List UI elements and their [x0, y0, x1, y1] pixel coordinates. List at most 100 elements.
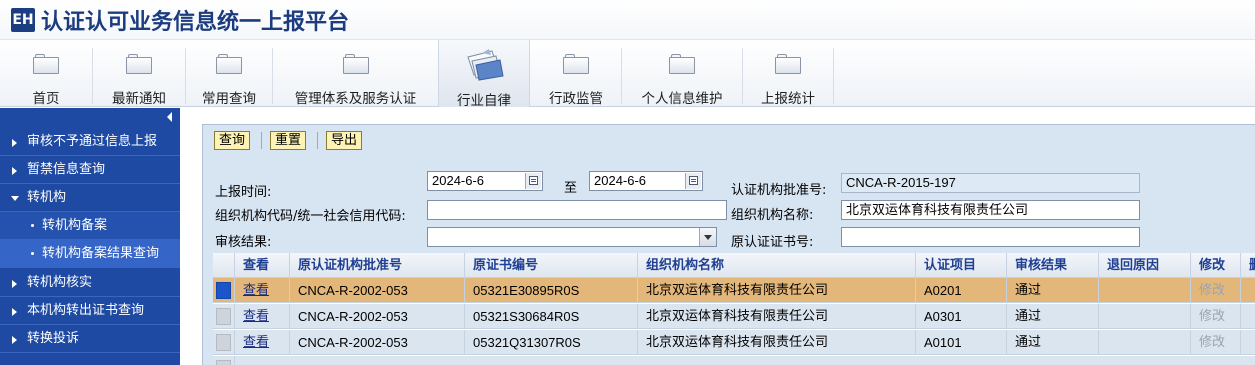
- date-to-value: 2024-6-6: [594, 173, 647, 188]
- calendar-icon[interactable]: [685, 173, 701, 189]
- sidebar-item-label: 转换投诉: [27, 331, 80, 346]
- sidebar-item-label: 审核不予通过信息上报: [27, 134, 158, 149]
- nav-home[interactable]: 首页: [0, 40, 92, 107]
- sidebar-item-audit-reject-report[interactable]: 审核不予通过信息上报: [0, 128, 180, 156]
- folder-icon: [342, 54, 369, 74]
- sidebar-item-label: 转机构备案: [42, 218, 108, 233]
- chevron-right-icon: [12, 167, 17, 175]
- nav-divider: [833, 48, 834, 104]
- nav-label: 首页: [32, 91, 60, 107]
- sidebar-item-transfer-complaint[interactable]: 转换投诉: [0, 325, 180, 353]
- app-title: 认证认可业务信息统一上报平台: [41, 9, 350, 35]
- reason-cell: [1099, 304, 1191, 329]
- project-cell: A0201: [916, 278, 1007, 303]
- row-selector[interactable]: [213, 304, 235, 329]
- approval-no-field: CNCA-R-2015-197: [841, 173, 1140, 193]
- row-selector[interactable]: [213, 330, 235, 355]
- table-row[interactable]: 查看 CNCA-R-2002-053 05321S30684R0S 北京双运体育…: [213, 304, 1255, 329]
- table-row[interactable]: 查看 CNCA-R-2002-053 05321E30895R0S 北京双运体育…: [213, 278, 1255, 303]
- project-cell: A0101: [916, 330, 1007, 355]
- view-link[interactable]: 查看: [235, 330, 290, 355]
- sidebar-item-suspension-query[interactable]: 暂禁信息查询: [0, 156, 180, 184]
- chevron-right-icon: [12, 280, 17, 288]
- column-header: 原认证机构批准号: [290, 253, 465, 278]
- toolbar-divider: [261, 132, 262, 149]
- date-from-value: 2024-6-6: [432, 173, 485, 188]
- sidebar-item-transfer-org[interactable]: 转机构: [0, 184, 180, 212]
- sidebar-item-transfer-verify[interactable]: 转机构核实: [0, 269, 180, 297]
- sidebar-item-label: 本机构转出证书查询: [27, 303, 145, 318]
- sidebar-item-transfer-filing[interactable]: 转机构备案: [0, 212, 180, 240]
- edit-link: 修改: [1191, 330, 1241, 355]
- sidebar-item-label: 转机构: [27, 190, 67, 205]
- sidebar-item-label: 转机构备案结果查询: [42, 246, 160, 261]
- column-header: 修改: [1191, 253, 1241, 278]
- chevron-down-icon: [704, 235, 712, 240]
- org-name-cell: 北京双运体育科技有限责任公司: [638, 304, 916, 329]
- chevron-right-icon: [12, 139, 17, 147]
- table-row[interactable]: 查看 CNCA-R-2002-053 05321Q31307R0S 北京双运体育…: [213, 330, 1255, 355]
- result-cell: 通过: [1007, 330, 1099, 355]
- row-selector-header: [213, 253, 235, 278]
- nav-management-system[interactable]: 管理体系及服务认证: [273, 40, 438, 107]
- nav-latest-notice[interactable]: 最新通知: [93, 40, 185, 107]
- audit-result-select[interactable]: [427, 227, 717, 247]
- chevron-right-icon: [12, 308, 17, 316]
- column-header: 退回原因: [1099, 253, 1191, 278]
- org-code-label: 组织机构代码/统一社会信用代码:: [215, 209, 406, 224]
- delete-cell: [1241, 278, 1255, 303]
- query-button[interactable]: 查询: [214, 131, 251, 150]
- reset-button[interactable]: 重置: [270, 131, 307, 150]
- date-to-input[interactable]: 2024-6-6: [589, 171, 703, 191]
- folder-icon: [216, 54, 242, 74]
- orig-cert-cell: 05321E30895R0S: [465, 278, 638, 303]
- org-name-label: 组织机构名称:: [731, 208, 814, 223]
- nav-personal-info[interactable]: 个人信息维护: [622, 40, 742, 107]
- export-button[interactable]: 导出: [326, 131, 363, 150]
- org-name-cell: 北京双运体育科技有限责任公司: [638, 330, 916, 355]
- sidebar: 审核不予通过信息上报 暂禁信息查询 转机构 转机构备案 转机构备案结果查询 转机…: [0, 108, 180, 365]
- view-link[interactable]: 查看: [235, 278, 290, 303]
- org-name-cell: 北京双运体育科技有限责任公司: [638, 278, 916, 303]
- table-header-row: 查看 原认证机构批准号 原证书编号 组织机构名称 认证项目 审核结果 退回原因 …: [213, 253, 1255, 278]
- folder-icon: [563, 54, 589, 74]
- project-cell: A0301: [916, 304, 1007, 329]
- nav-admin-supervision[interactable]: 行政监管: [531, 40, 621, 107]
- sidebar-collapse-button[interactable]: [0, 108, 180, 125]
- org-code-input[interactable]: [427, 200, 727, 220]
- delete-cell: [1241, 330, 1255, 355]
- folder-icon: [669, 54, 695, 74]
- calendar-icon[interactable]: [525, 173, 541, 189]
- reason-cell: [1099, 278, 1191, 303]
- sidebar-item-outgoing-cert-query[interactable]: 本机构转出证书查询: [0, 297, 180, 325]
- bullet-icon: [31, 252, 34, 255]
- nav-label: 常用查询: [202, 91, 256, 107]
- edit-link: 修改: [1191, 278, 1241, 303]
- nav-common-query[interactable]: 常用查询: [186, 40, 272, 107]
- orig-approval-cell: CNCA-R-2002-053: [290, 304, 465, 329]
- nav-label: 行业自律: [457, 93, 511, 109]
- column-header: 审核结果: [1007, 253, 1099, 278]
- result-cell: 通过: [1007, 304, 1099, 329]
- date-from-input[interactable]: 2024-6-6: [427, 171, 543, 191]
- collapse-left-icon: [167, 112, 172, 122]
- orig-cert-input[interactable]: [841, 227, 1140, 247]
- sidebar-item-transfer-filing-result[interactable]: 转机构备案结果查询: [0, 240, 180, 268]
- nav-label: 个人信息维护: [641, 91, 723, 107]
- view-link[interactable]: 查看: [235, 304, 290, 329]
- reason-cell: [1099, 330, 1191, 355]
- chevron-down-icon: [11, 196, 19, 201]
- folder-icon: [775, 54, 801, 74]
- row-selector[interactable]: [213, 278, 235, 303]
- column-header: 删: [1241, 253, 1255, 278]
- report-time-label: 上报时间:: [215, 185, 272, 200]
- main-content: 查询 重置 导出 上报时间: 2024-6-6 至 2024-6-6 认证机构批…: [180, 108, 1255, 365]
- chevron-right-icon: [12, 336, 17, 344]
- org-name-input[interactable]: 北京双运体育科技有限责任公司: [841, 200, 1140, 220]
- nav-industry-self-discipline[interactable]: 行业自律: [438, 40, 530, 109]
- dropdown-toggle[interactable]: [699, 228, 716, 246]
- sidebar-item-label: 暂禁信息查询: [27, 162, 106, 177]
- toolbar: 查询 重置 导出: [203, 125, 1255, 157]
- nav-report-stats[interactable]: 上报统计: [743, 40, 833, 107]
- edit-link: 修改: [1191, 304, 1241, 329]
